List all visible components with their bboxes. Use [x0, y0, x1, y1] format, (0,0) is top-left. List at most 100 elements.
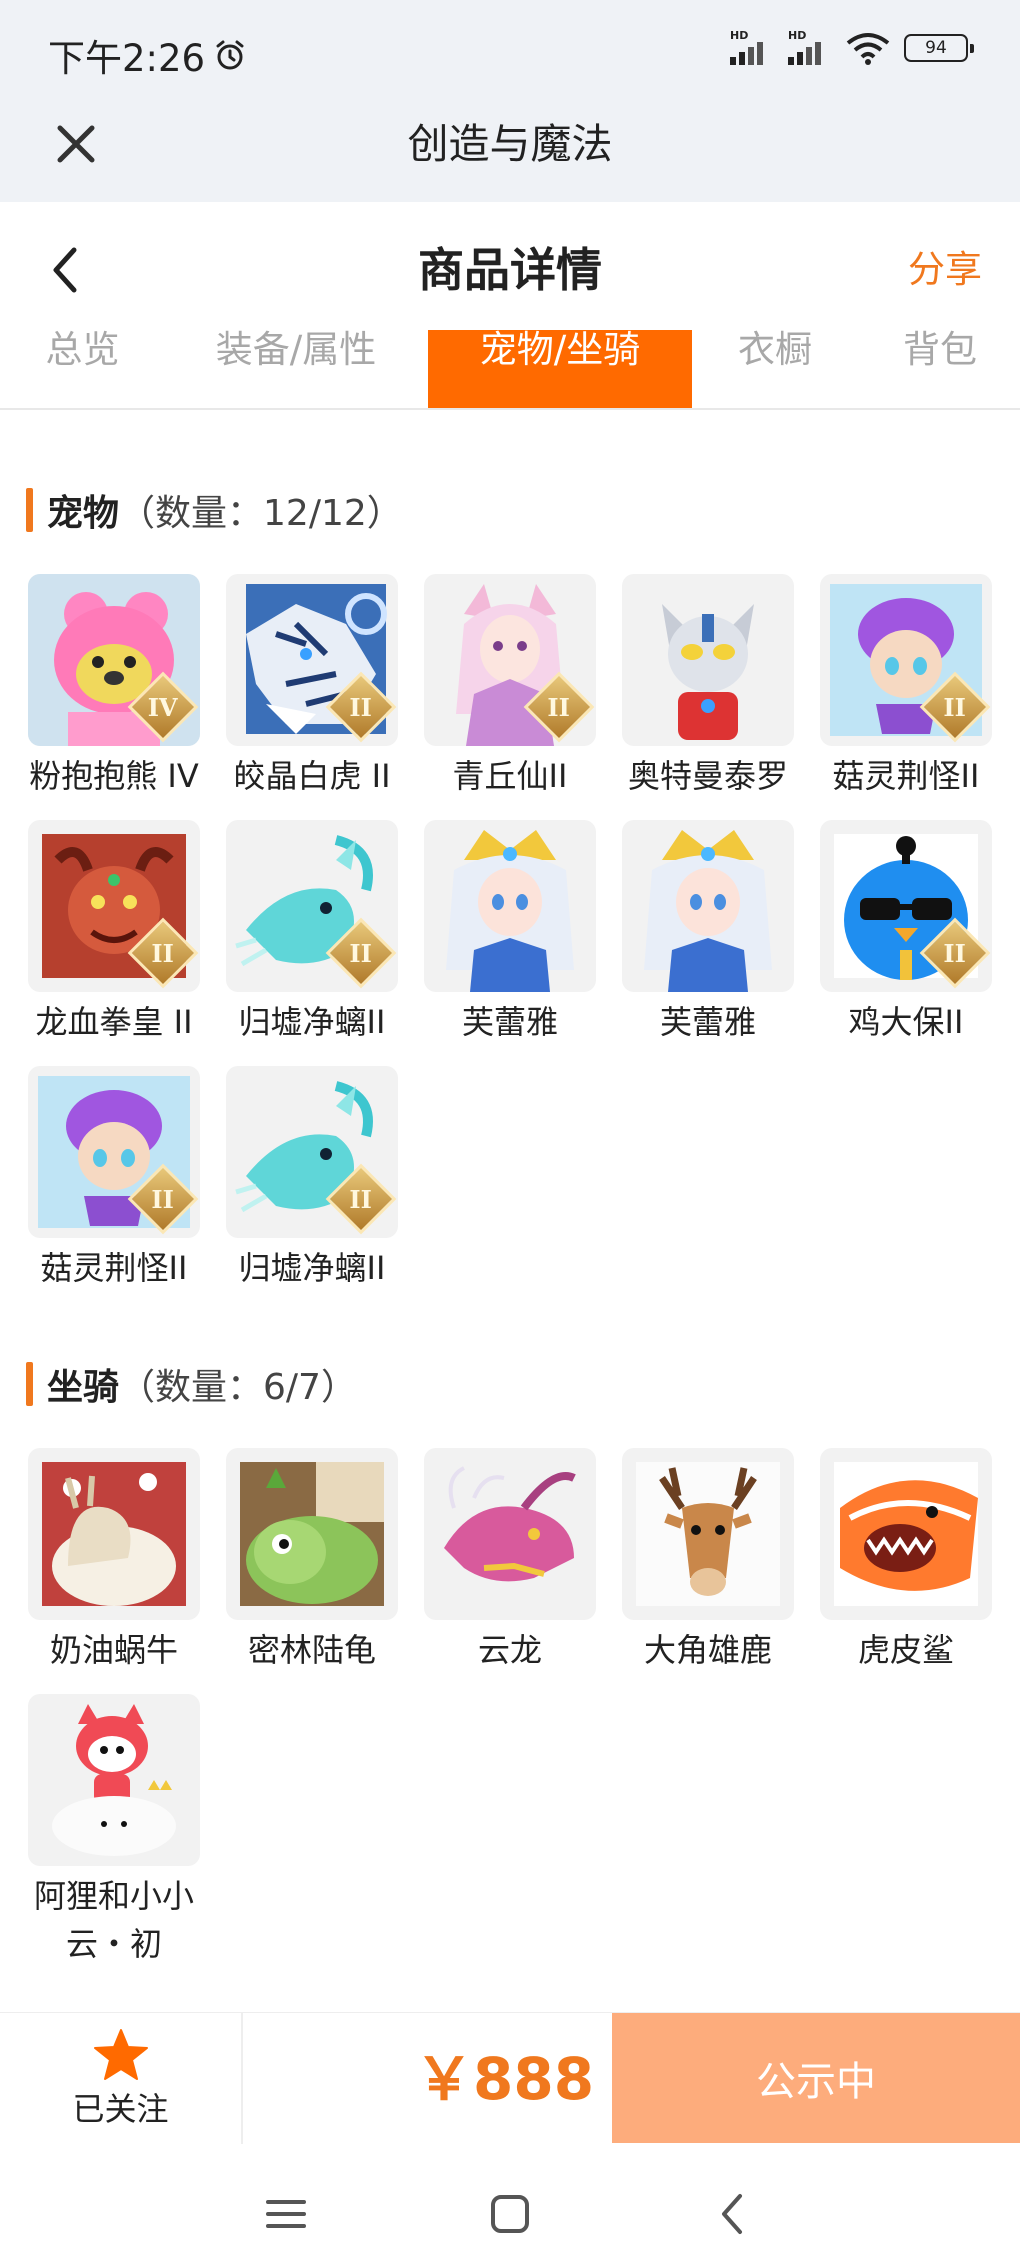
pet-item[interactable]: II 龙血拳皇 II	[26, 820, 202, 1046]
section-count: （数量：6/7）	[119, 1367, 357, 1408]
pet-item[interactable]: II 青丘仙II	[422, 574, 598, 800]
mount-item[interactable]: 密林陆龟	[224, 1448, 400, 1674]
pet-item[interactable]: 奥特曼泰罗	[620, 574, 796, 800]
snail-icon	[28, 1448, 200, 1620]
item-name: 芙蕾雅	[461, 1003, 558, 1041]
mount-item[interactable]: 阿狸和小小云・初	[26, 1694, 202, 1968]
pink-bear-icon: IV	[28, 574, 200, 746]
fox-fairy-icon: II	[424, 574, 596, 746]
tab-bar: 总览 装备/属性 宠物/坐骑 衣橱 背包	[0, 330, 1020, 410]
pets-grid: IV 粉抱抱熊 IV II 皎晶白虎 II II 青丘仙II 奥特曼泰罗 II …	[26, 574, 996, 1294]
tier-badge-text: IV	[147, 692, 178, 722]
app-title: 创造与魔法	[407, 120, 613, 168]
follow-label: 已关注	[72, 2090, 169, 2128]
star-icon	[93, 2029, 148, 2080]
price: ￥888	[415, 2045, 595, 2113]
status-icons: HD HD 94	[730, 30, 974, 65]
jade-dragon-icon: II	[226, 1066, 398, 1238]
menu-icon[interactable]	[256, 2184, 316, 2244]
status-time: 下午2:26	[48, 28, 247, 82]
tab-overview[interactable]: 总览	[0, 330, 165, 408]
pet-item[interactable]: 芙蕾雅	[620, 820, 796, 1046]
section-count: （数量：12/12）	[119, 493, 403, 534]
home-icon[interactable]	[480, 2184, 540, 2244]
white-tiger-icon: II	[226, 574, 398, 746]
mount-item[interactable]: 大角雄鹿	[620, 1448, 796, 1674]
section-name: 宠物	[47, 493, 120, 534]
status-button[interactable]: 公示中	[612, 2013, 1020, 2143]
mushroom-spirit-icon: II	[28, 1066, 200, 1238]
tier-badge-text: II	[547, 692, 570, 722]
item-name: 归墟净螭II	[238, 1249, 386, 1287]
item-name: 阿狸和小小云・初	[33, 1877, 194, 1963]
pets-section-title: 宠物 （数量：12/12）	[26, 484, 403, 536]
pet-item[interactable]: II 归墟净螭II	[224, 820, 400, 1046]
tier-badge-text: II	[349, 692, 372, 722]
pet-item[interactable]: II 菇灵荆怪II	[26, 1066, 202, 1292]
hd-label: HD	[730, 29, 749, 42]
status-bar: 下午2:26 HD HD 94	[0, 0, 1020, 100]
tab-pets-mounts[interactable]: 宠物/坐骑	[428, 330, 692, 408]
tier-badge-text: II	[943, 938, 966, 968]
battery-level: 94	[925, 37, 947, 58]
system-nav-bar	[0, 2144, 1020, 2267]
wifi-icon	[846, 32, 890, 65]
mounts-section-title: 坐骑 （数量：6/7）	[26, 1358, 357, 1410]
tab-equipment[interactable]: 装备/属性	[190, 330, 402, 408]
dragon-boxer-icon: II	[28, 820, 200, 992]
jade-dragon-icon: II	[226, 820, 398, 992]
pet-item[interactable]: 芙蕾雅	[422, 820, 598, 1046]
freya-icon	[622, 820, 794, 992]
item-name: 芙蕾雅	[659, 1003, 756, 1041]
tab-backpack[interactable]: 背包	[870, 330, 1010, 408]
section-marker	[26, 1362, 33, 1406]
mount-item[interactable]: 奶油蜗牛	[26, 1448, 202, 1674]
bottom-action-bar: 已关注 ￥888 公示中	[0, 2012, 1020, 2145]
mushroom-spirit-icon: II	[820, 574, 992, 746]
item-name: 粉抱抱熊 IV	[29, 757, 199, 795]
mount-item[interactable]: 虎皮鲨	[818, 1448, 994, 1674]
item-name: 鸡大保II	[848, 1003, 964, 1041]
time-text: 下午2:26	[48, 37, 206, 80]
pet-item[interactable]: II 菇灵荆怪II	[818, 574, 994, 800]
alarm-icon	[216, 40, 244, 70]
pet-item[interactable]: II 皎晶白虎 II	[224, 574, 400, 800]
battery-icon: 94	[904, 33, 974, 62]
stag-icon	[622, 1448, 794, 1620]
hd-label: HD	[788, 29, 807, 42]
tier-badge-text: II	[151, 938, 174, 968]
page-header: 商品详情 分享	[0, 202, 1020, 330]
pet-item[interactable]: II 归墟净螭II	[224, 1066, 400, 1292]
item-name: 大角雄鹿	[643, 1631, 772, 1669]
signal-icon: HD	[730, 30, 774, 65]
item-name: 归墟净螭II	[238, 1003, 386, 1041]
item-name: 虎皮鲨	[857, 1631, 954, 1669]
pet-item[interactable]: II 鸡大保II	[818, 820, 994, 1046]
tab-wardrobe[interactable]: 衣橱	[705, 330, 845, 408]
item-name: 密林陆龟	[247, 1631, 376, 1669]
cloud-dragon-icon	[424, 1448, 596, 1620]
follow-button[interactable]: 已关注	[0, 2013, 243, 2145]
share-button[interactable]: 分享	[908, 244, 982, 296]
item-name: 菇灵荆怪II	[40, 1249, 188, 1287]
turtle-icon	[226, 1448, 398, 1620]
item-name: 皎晶白虎 II	[233, 757, 391, 795]
back-nav-icon[interactable]	[704, 2184, 764, 2244]
item-name: 龙血拳皇 II	[35, 1003, 193, 1041]
tier-badge-text: II	[943, 692, 966, 722]
mounts-grid: 奶油蜗牛 密林陆龟 云龙 大角雄鹿 虎皮鲨 阿狸和小小云・初	[26, 1448, 996, 1968]
freya-icon	[424, 820, 596, 992]
mount-item[interactable]: 云龙	[422, 1448, 598, 1674]
tier-badge-text: II	[349, 938, 372, 968]
pet-item[interactable]: IV 粉抱抱熊 IV	[26, 574, 202, 800]
item-name: 菇灵荆怪II	[832, 757, 980, 795]
tier-badge-text: II	[151, 1184, 174, 1214]
item-name: 云龙	[477, 1631, 542, 1669]
ultraman-icon	[622, 574, 794, 746]
shark-icon	[820, 1448, 992, 1620]
signal-icon-2: HD	[788, 30, 832, 65]
tier-badge-text: II	[349, 1184, 372, 1214]
page-title: 商品详情	[418, 243, 602, 297]
item-name: 奶油蜗牛	[49, 1631, 178, 1669]
ali-fox-cloud-icon	[28, 1694, 200, 1866]
